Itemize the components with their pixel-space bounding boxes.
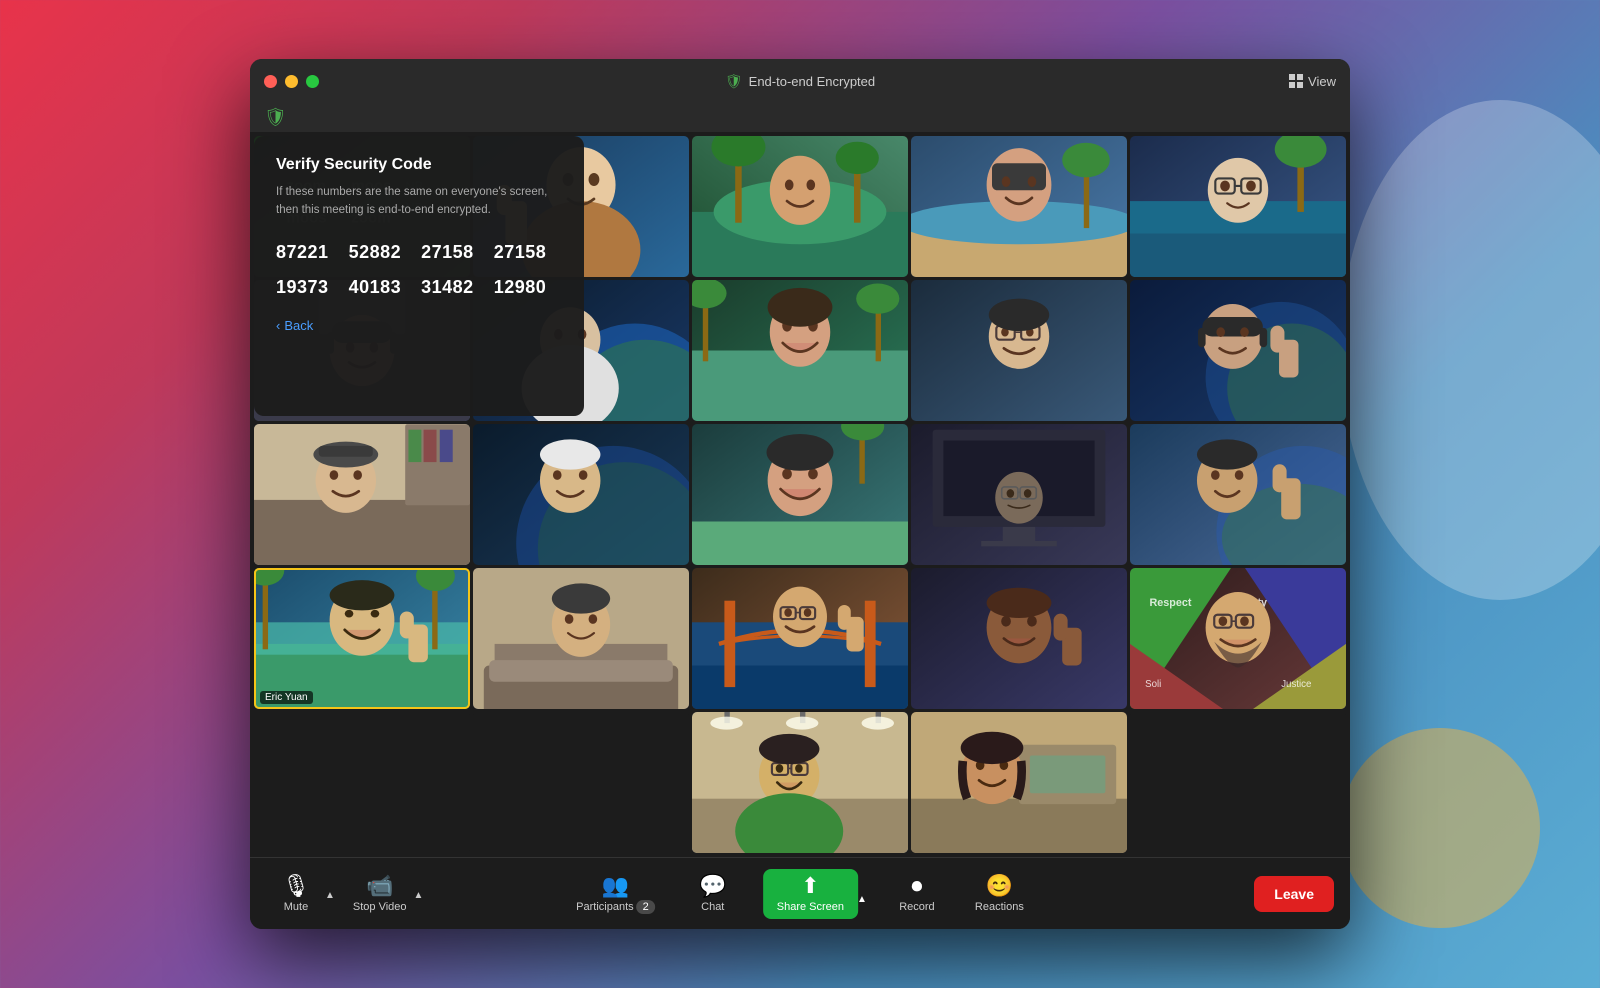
close-button[interactable] bbox=[264, 75, 277, 88]
video-cell-r3c2 bbox=[473, 424, 689, 565]
participants-icon: 👥 bbox=[602, 875, 629, 897]
svg-text:Soli: Soli bbox=[1145, 679, 1161, 690]
code-7: 31482 bbox=[421, 277, 474, 298]
chat-label: Chat bbox=[701, 901, 724, 913]
video-cell-r3c5 bbox=[1130, 424, 1346, 565]
share-screen-icon: ⬆ bbox=[801, 875, 819, 897]
code-4: 27158 bbox=[494, 242, 547, 263]
svg-text:Respect: Respect bbox=[1149, 597, 1191, 609]
code-3: 27158 bbox=[421, 242, 474, 263]
svg-text:Justice: Justice bbox=[1281, 679, 1311, 690]
participants-button[interactable]: 👥 Participants2 bbox=[568, 871, 663, 917]
security-shield-bar: 🛡 bbox=[250, 103, 1350, 132]
zoom-window: 🛡 End-to-end Encrypted View 🛡 Verify Sec… bbox=[250, 59, 1350, 929]
mute-label: Mute bbox=[284, 901, 308, 913]
video-cell-r3c4 bbox=[911, 424, 1127, 565]
leave-button[interactable]: Leave bbox=[1254, 876, 1334, 912]
security-code-panel: Verify Security Code If these numbers ar… bbox=[254, 136, 584, 416]
toolbar-right: Leave bbox=[1254, 876, 1334, 912]
video-cell-r4c1: Eric Yuan bbox=[254, 568, 470, 709]
reactions-button[interactable]: 😊 Reactions bbox=[967, 871, 1032, 917]
video-cell-r4c3 bbox=[692, 568, 908, 709]
share-screen-label: Share Screen bbox=[777, 901, 844, 913]
view-button[interactable]: View bbox=[1289, 74, 1336, 89]
view-label: View bbox=[1308, 74, 1336, 89]
mute-button[interactable]: 🎙 Mute bbox=[266, 871, 326, 917]
maximize-button[interactable] bbox=[306, 75, 319, 88]
chat-icon: 💬 bbox=[699, 875, 726, 897]
video-cell-r5c5 bbox=[1130, 712, 1346, 853]
security-codes: 87221 52882 27158 27158 19373 40183 3148… bbox=[276, 242, 562, 298]
grid-view-icon bbox=[1289, 74, 1303, 88]
code-1: 87221 bbox=[276, 242, 329, 263]
video-grid: Verify Security Code If these numbers ar… bbox=[250, 132, 1350, 857]
video-arrow-icon[interactable]: ▲ bbox=[414, 890, 424, 901]
record-icon: ⏺ bbox=[911, 875, 922, 897]
toolbar-left: 🎙 Mute ▲ 📹 Stop Video ▲ bbox=[266, 871, 423, 917]
record-button[interactable]: ⏺ Record bbox=[887, 871, 947, 917]
lock-icon: 🛡 bbox=[725, 73, 743, 90]
video-cell-r5c4 bbox=[911, 712, 1127, 853]
toolbar: 🎙 Mute ▲ 📹 Stop Video ▲ 👥 Participants2 bbox=[250, 857, 1350, 929]
security-title: Verify Security Code bbox=[276, 156, 562, 174]
participant-name-eric-yuan: Eric Yuan bbox=[260, 691, 313, 704]
video-cell-r1c4 bbox=[911, 136, 1127, 277]
video-cell-r2c5 bbox=[1130, 280, 1346, 421]
toolbar-center: 👥 Participants2 💬 Chat ⬆ Share Screen ▲ … bbox=[568, 869, 1032, 919]
titlebar-center: 🛡 End-to-end Encrypted bbox=[725, 73, 875, 90]
video-cell-r4c5: Respect ty Soli Justice bbox=[1130, 568, 1346, 709]
video-cell-r2c3 bbox=[692, 280, 908, 421]
video-cell-r2c4 bbox=[911, 280, 1127, 421]
video-cell-r4c2 bbox=[473, 568, 689, 709]
code-6: 40183 bbox=[349, 277, 402, 298]
window-buttons bbox=[264, 75, 319, 88]
stop-video-label: Stop Video bbox=[353, 901, 407, 913]
video-cell-r1c5 bbox=[1130, 136, 1346, 277]
stop-video-button[interactable]: 📹 Stop Video bbox=[345, 871, 415, 917]
video-cell-r3c3 bbox=[692, 424, 908, 565]
video-cell-r5c3 bbox=[692, 712, 908, 853]
titlebar: 🛡 End-to-end Encrypted View bbox=[250, 59, 1350, 103]
participants-label: Participants2 bbox=[576, 901, 655, 913]
code-5: 19373 bbox=[276, 277, 329, 298]
video-camera-icon: 📹 bbox=[366, 875, 393, 897]
security-description: If these numbers are the same on everyon… bbox=[276, 184, 562, 220]
video-cell-r3c1 bbox=[254, 424, 470, 565]
microphone-icon: 🎙 bbox=[282, 875, 310, 897]
chat-button[interactable]: 💬 Chat bbox=[683, 871, 743, 917]
record-label: Record bbox=[899, 901, 934, 913]
share-arrow-icon[interactable]: ▲ bbox=[857, 894, 867, 905]
code-8: 12980 bbox=[494, 277, 547, 298]
window-title: End-to-end Encrypted bbox=[749, 74, 875, 89]
shield-icon: 🛡 bbox=[264, 107, 287, 128]
code-2: 52882 bbox=[349, 242, 402, 263]
back-button[interactable]: ‹ Back bbox=[276, 318, 562, 333]
video-cell-r1c3 bbox=[692, 136, 908, 277]
video-cell-r4c4 bbox=[911, 568, 1127, 709]
code-row-2: 19373 40183 31482 12980 bbox=[276, 277, 562, 298]
code-row-1: 87221 52882 27158 27158 bbox=[276, 242, 562, 263]
back-label: Back bbox=[284, 318, 313, 333]
reactions-label: Reactions bbox=[975, 901, 1024, 913]
video-cell-r5c1 bbox=[254, 712, 470, 853]
share-screen-button[interactable]: ⬆ Share Screen bbox=[763, 869, 858, 919]
mute-arrow-icon[interactable]: ▲ bbox=[325, 890, 335, 901]
video-cell-r5c2 bbox=[473, 712, 689, 853]
reactions-icon: 😊 bbox=[986, 875, 1013, 897]
minimize-button[interactable] bbox=[285, 75, 298, 88]
back-chevron-icon: ‹ bbox=[276, 318, 280, 333]
